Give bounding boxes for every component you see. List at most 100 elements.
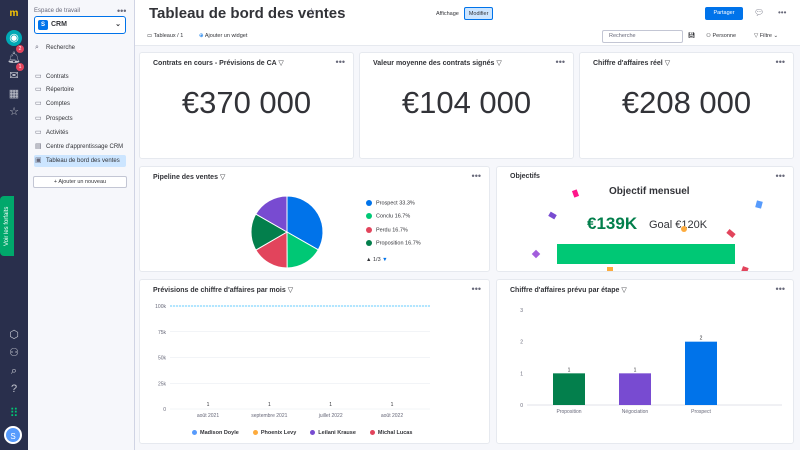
sidebar-item-prospects[interactable]: ▭ Prospects — [34, 113, 126, 125]
sidebar-item-accounts[interactable]: ▭ Comptes — [34, 98, 126, 110]
search-icon[interactable]: ⌕ — [6, 363, 22, 379]
legend-label: Conclu 16.7% — [376, 213, 411, 220]
widget-revenue-forecast-by-month[interactable]: Prévisions de chiffre d'affaires par moi… — [139, 279, 490, 444]
widget-menu-icon[interactable]: ••• — [556, 57, 565, 67]
more-menu-icon[interactable]: ••• — [778, 8, 786, 17]
notification-badge: 2 — [16, 45, 24, 53]
filter-button[interactable]: ▽ Filtre ⌄ — [754, 31, 778, 41]
sidebar-search[interactable]: ⌕ Recherche — [34, 42, 126, 54]
monday-logo-icon[interactable]: m — [6, 6, 22, 22]
data-label: 1 — [568, 367, 571, 373]
add-new-button[interactable]: + Ajouter un nouveau — [33, 176, 127, 188]
sidebar-item-learning-center[interactable]: ▤ Centre d'apprentissage CRM — [34, 141, 126, 153]
product-switcher-icon[interactable]: ⠿ — [6, 405, 22, 421]
sidebar-item-directory[interactable]: ▭ Répertoire — [34, 84, 126, 96]
widget-menu-icon[interactable]: ••• — [336, 57, 345, 67]
edit-mode-button[interactable]: Modifier — [463, 7, 494, 20]
bar[interactable] — [619, 373, 651, 405]
pie-legend-item[interactable]: Proposition 16.7% — [366, 240, 421, 247]
widget-menu-icon[interactable]: ••• — [776, 171, 785, 181]
chevron-down-icon: ⌄ — [115, 21, 121, 28]
legend-label: Michal Lucas — [377, 430, 413, 436]
legend-dot — [366, 240, 372, 247]
widget-sales-pipeline[interactable]: Pipeline des ventes ▽ ••• Prospect 33.3%… — [139, 166, 490, 272]
help-icon[interactable]: ? — [6, 381, 22, 397]
widget-actual-revenue[interactable]: Chiffre d'affaires réel ▽ ••• €208 000 — [579, 52, 794, 159]
confetti — [571, 189, 580, 198]
bar[interactable] — [685, 341, 717, 405]
pipeline-pie-chart — [250, 195, 324, 269]
favorite-star-icon[interactable]: ☆ — [307, 7, 316, 18]
widget-value: €370 000 — [181, 85, 312, 120]
bar[interactable] — [553, 373, 585, 405]
pie-legend-item[interactable]: Perdu 16.7% — [366, 226, 421, 234]
widget-goals[interactable]: Objectifs ••• Objectif mensuel €139K Goa… — [496, 166, 794, 272]
invite-members-icon[interactable]: ⚇ — [6, 345, 22, 361]
y-tick-label: 100k — [155, 304, 166, 310]
workspace-menu-icon[interactable]: ••• — [117, 6, 126, 16]
widget-average-contract-value[interactable]: Valeur moyenne des contrats signés ▽ •••… — [359, 52, 574, 159]
y-tick-label: 1 — [520, 371, 523, 377]
widget-revenue-by-stage[interactable]: Chiffre d'affaires prévu par étape ▽ •••… — [496, 279, 794, 444]
legend-dot — [192, 430, 197, 436]
widget-menu-icon[interactable]: ••• — [472, 171, 481, 181]
legend-item[interactable]: Michal Lucas — [369, 430, 413, 436]
sidebar-item-activities[interactable]: ▭ Activités — [34, 127, 126, 139]
filter-icon: ▽ — [496, 60, 502, 67]
person-filter[interactable]: ⚇ Personne — [706, 31, 736, 41]
dashboard-search-input[interactable]: Recherche — [602, 30, 683, 43]
boards-label: Tableaux / 1 — [153, 33, 184, 39]
pager-label: 1/3 — [372, 257, 381, 263]
filter-label: Filtre — [759, 33, 772, 39]
widget-open-contracts[interactable]: Contrats en cours - Prévisions de CA ▽ •… — [139, 52, 354, 159]
favorites-star-icon[interactable]: ☆ — [6, 104, 22, 120]
save-icon[interactable]: 💾︎ — [688, 31, 695, 41]
x-tick-label: Négociation — [622, 409, 649, 415]
confetti — [548, 211, 557, 220]
apps-icon[interactable]: ⬡ — [6, 327, 22, 343]
board-icon: ▭ — [35, 115, 42, 122]
workspace-name: CRM — [51, 21, 67, 28]
x-tick-label: août 2021 — [197, 413, 219, 419]
view-mode-button[interactable]: Affichage — [431, 7, 464, 20]
goal-target: Goal €120K — [649, 219, 708, 231]
legend-dot — [369, 430, 375, 436]
chart-legend: Madison Doyle Phoenix Levy Leilani Krause M… — [192, 430, 412, 436]
legend-dot — [366, 226, 372, 233]
confetti — [741, 266, 749, 271]
share-button[interactable]: Partager — [705, 7, 743, 20]
widget-menu-icon[interactable]: ••• — [776, 284, 785, 294]
x-tick-label: juillet 2022 — [318, 413, 343, 419]
y-tick-label: 25k — [158, 381, 167, 387]
boards-selector[interactable]: ▭ Tableaux / 1 — [147, 31, 183, 41]
legend-item[interactable]: Phoenix Levy — [252, 430, 297, 436]
filter-icon: ▽ — [664, 60, 671, 67]
goal-progress-bar — [557, 244, 735, 264]
widget-title: Chiffre d'affaires prévu par étape ▽ — [510, 287, 627, 294]
calendar-icon[interactable]: ▦ — [6, 86, 22, 102]
user-avatar[interactable]: S — [4, 426, 22, 444]
pie-legend-item[interactable]: Prospect 33.3% — [366, 200, 421, 206]
legend-item[interactable]: Leilani Krause — [310, 430, 356, 436]
workspace-icon[interactable]: ◉ — [6, 30, 22, 46]
widget-menu-icon[interactable]: ••• — [776, 57, 785, 67]
legend-label: Perdu 16.7% — [376, 227, 408, 234]
filter-icon: ▽ — [278, 60, 284, 67]
sidebar-item-sales-dashboard[interactable]: ▣ Tableau de bord des ventes — [34, 155, 126, 167]
widget-menu-icon[interactable]: ••• — [472, 284, 481, 294]
legend-dot — [366, 213, 372, 220]
pie-legend-item[interactable]: Conclu 16.7% — [366, 213, 421, 220]
confetti — [681, 226, 687, 232]
confetti — [755, 200, 763, 209]
view-mode-toggle: Affichage Modifier — [431, 7, 494, 20]
see-plans-tab[interactable]: Voir les forfaits — [0, 196, 14, 256]
legend-pager[interactable]: ▲ 1/3 ▼ — [366, 257, 388, 263]
workspace-selector[interactable]: S CRM ⌄ — [34, 16, 126, 34]
add-widget-button[interactable]: ⊕ Ajouter un widget — [199, 31, 247, 41]
legend-item[interactable]: Madison Doyle — [192, 430, 239, 436]
chat-icon[interactable]: 💬︎ — [754, 8, 764, 17]
legend-label: Madison Doyle — [200, 430, 239, 436]
sidebar-item-contracts[interactable]: ▭ Contrats — [34, 71, 126, 83]
data-label: 1 — [391, 402, 394, 408]
legend-label: Phoenix Levy — [260, 430, 297, 436]
